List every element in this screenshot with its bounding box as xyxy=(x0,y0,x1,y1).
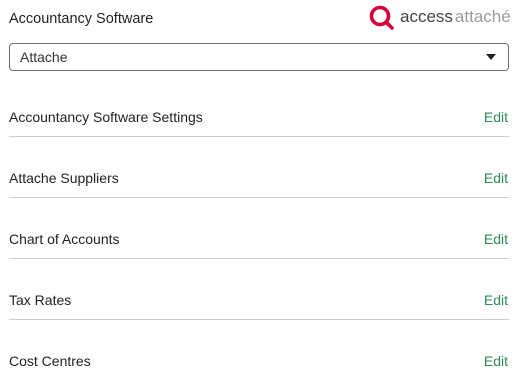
edit-link[interactable]: Edit xyxy=(484,353,508,369)
section-row-accountancy-software-settings: Accountancy Software Settings Edit xyxy=(9,97,509,137)
section-label: Tax Rates xyxy=(9,291,72,308)
section-label: Accountancy Software Settings xyxy=(9,108,203,125)
select-value: Attache xyxy=(20,49,68,65)
accountancy-software-select[interactable]: Attache xyxy=(9,43,509,71)
edit-link[interactable]: Edit xyxy=(484,292,508,308)
edit-link[interactable]: Edit xyxy=(484,170,508,186)
edit-link[interactable]: Edit xyxy=(484,231,508,247)
section-label: Attache Suppliers xyxy=(9,169,119,186)
logo-text-access: access xyxy=(400,7,453,26)
section-label: Chart of Accounts xyxy=(9,230,120,247)
edit-link[interactable]: Edit xyxy=(484,109,508,125)
section-row-cost-centres: Cost Centres Edit xyxy=(9,341,509,381)
access-logo-mark-icon xyxy=(369,5,394,30)
page-title: Accountancy Software xyxy=(9,11,154,27)
accountancy-software-page: Accountancy Software access attaché Atta… xyxy=(0,0,527,383)
access-attache-logo: access attaché xyxy=(369,4,511,30)
section-row-tax-rates: Tax Rates Edit xyxy=(9,280,509,320)
caret-down-icon xyxy=(486,54,496,60)
section-label: Cost Centres xyxy=(9,353,91,369)
section-row-chart-of-accounts: Chart of Accounts Edit xyxy=(9,219,509,259)
logo-text-attache: attaché xyxy=(454,7,511,26)
section-row-attache-suppliers: Attache Suppliers Edit xyxy=(9,158,509,198)
logo-text: access attaché xyxy=(400,7,511,27)
